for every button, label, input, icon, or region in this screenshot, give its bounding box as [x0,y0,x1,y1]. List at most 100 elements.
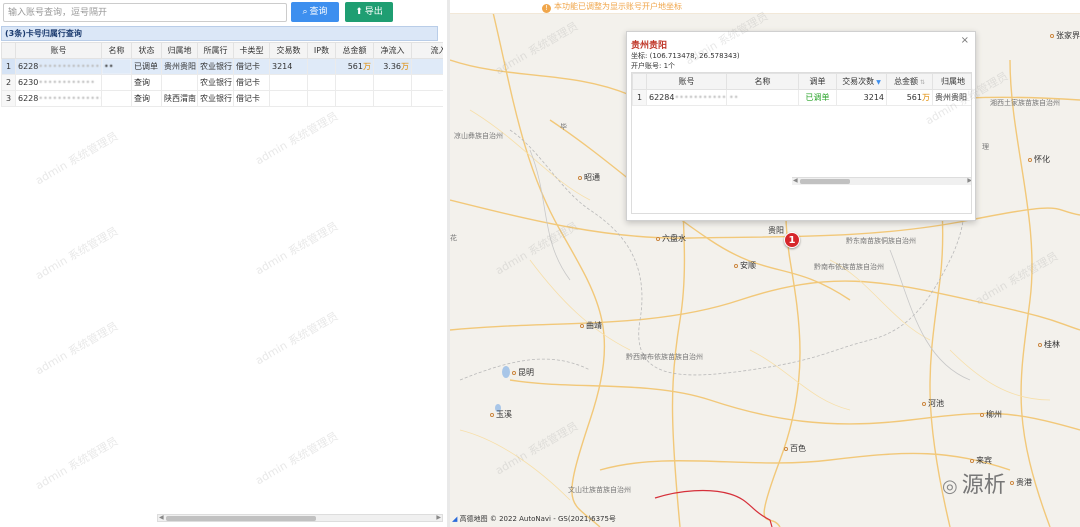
area-label: 花 [450,234,457,242]
location-cell [161,74,198,91]
city-label: 贵阳 [768,225,784,236]
location-cell: 贵州贵阳 [161,58,198,75]
area-label: 文山壮族苗族自治州 [568,486,631,494]
map-notice-text: 本功能已调整为显示账号开户地坐标 [554,2,682,11]
search-input[interactable]: 输入账号查询，逗号隔开 [3,3,287,22]
col-net-in[interactable]: 净流入 [373,42,412,59]
account-cell: 6228•••••••••••••• [15,58,102,75]
total-unit: 万 [363,62,371,71]
col-location[interactable]: 归属地 [161,42,198,59]
col-rownum [632,73,647,90]
col-tx-count[interactable]: 交易数 [269,42,308,59]
city-dot-icon [580,324,584,328]
scrollbar-thumb[interactable] [800,179,850,184]
total-cell [335,90,374,107]
bank-cell: 农业银行 [197,90,234,107]
map-view[interactable]: ! 本功能已调整为显示账号开户地坐标 昭通 六盘水 安顺 曲靖 昆明 玉溪 百色 … [450,0,1080,527]
city-dot-icon [734,264,738,268]
city-dot-icon [490,413,494,417]
export-icon: ⬆ [355,7,363,17]
city-label: 河池 [922,398,944,409]
col-bank[interactable]: 所属行 [197,42,234,59]
city-name: 怀化 [1034,155,1050,164]
city-name: 玉溪 [496,410,512,419]
city-label: 六盘水 [656,233,686,244]
tx-count-cell [269,74,308,91]
city-name: 昭通 [584,173,600,182]
total-unit: 万 [922,93,930,102]
city-label: 来宾 [970,455,992,466]
status-cell[interactable]: 查询 [131,90,162,107]
tx-count-cell: 3214 [836,89,887,106]
map-notice-bar: ! 本功能已调整为显示账号开户地坐标 [450,0,1080,14]
net-in-unit: 万 [401,62,409,71]
scroll-left-icon[interactable]: ◀ [793,177,798,184]
col-card-type[interactable]: 卡类型 [233,42,270,59]
city-label: 玉溪 [490,409,512,420]
name-cell: •• [101,58,132,75]
name-cell: •• [726,89,799,106]
col-status[interactable]: 状态 [131,42,162,59]
city-name: 安顺 [740,261,756,270]
col-tx-count[interactable]: 交易次数 ▼ [836,73,887,90]
col-total[interactable]: 总金额 [335,42,374,59]
location-cell: 贵州贵阳 [932,89,971,106]
in-amount-cell [411,90,443,107]
query-button[interactable]: ⌕ 查询 [291,2,339,22]
col-ip[interactable]: IP数 [307,42,336,59]
net-in-cell [373,90,412,107]
panel-title: (3条)卡号归属行查询 [1,26,438,41]
city-label: 柳州 [980,409,1002,420]
scroll-right-icon[interactable]: ▶ [436,514,441,521]
sort-icon[interactable]: ⇅ [920,79,925,86]
scrollbar-thumb[interactable] [166,516,316,521]
city-dot-icon [970,459,974,463]
status-cell[interactable]: 已调单 [131,58,162,75]
account-prefix: 62284 [649,93,675,102]
status-cell[interactable]: 查询 [131,74,162,91]
city-label: 昭通 [578,172,600,183]
city-name: 桂林 [1044,340,1060,349]
col-total[interactable]: 总金额 ⇅ [886,73,933,90]
net-in-cell: 3.36万 [373,58,412,75]
row-number: 1 [632,89,647,106]
col-name[interactable]: 名称 [726,73,799,90]
city-name: 贵阳 [768,226,784,235]
popup-horizontal-scrollbar[interactable]: ◀ ▶ [792,177,971,185]
popup-coordinates: 坐标: (106.713478, 26.578343) [631,52,740,60]
status-cell[interactable]: 已调单 [798,89,837,106]
scroll-right-icon[interactable]: ▶ [967,177,971,184]
location-cell: 陕西渭南 [161,90,198,107]
query-label: 查询 [309,7,328,17]
grid-horizontal-scrollbar[interactable]: ◀ ▶ [157,514,443,522]
col-location[interactable]: 归属地 [932,73,971,90]
account-redacted: •••••••••••• [38,78,95,87]
col-tx-count-label: 交易次数 [842,77,875,86]
account-cell: 6228•••••••••••••• [15,90,102,107]
map-marker[interactable]: 1 [784,232,800,248]
table-row[interactable]: 1 6228•••••••••••••• •• 已调单 贵州贵阳 农业银行 借记… [1,58,443,75]
city-dot-icon [784,447,788,451]
area-label: 凉山彝族自治州 [454,132,503,140]
brand-watermark: ◎ 源析 [942,467,1006,499]
left-panel: 输入账号查询，逗号隔开 ⌕查询 ⬆导出 (3条)卡号归属行查询 账号 名称 [0,0,447,527]
info-icon: ! [542,4,551,13]
account-redacted: •••••••••••••• [38,94,102,103]
total-cell [335,74,374,91]
col-account[interactable]: 账号 [646,73,727,90]
close-icon[interactable]: × [961,35,969,46]
col-name[interactable]: 名称 [101,42,132,59]
export-button[interactable]: ⬆ 导出 [345,2,393,22]
table-row[interactable]: 3 6228•••••••••••••• 查询 陕西渭南 农业银行 借记卡 [1,90,443,107]
table-row[interactable]: 2 6230•••••••••••• 查询 农业银行 借记卡 [1,74,443,91]
brand-text: 源析 [961,473,1006,498]
row-number: 1 [1,58,16,75]
scroll-left-icon[interactable]: ◀ [159,514,164,521]
table-row[interactable]: 1 62284•••••••••••• •• 已调单 3214 561万 贵州贵… [632,89,971,106]
col-in-amount[interactable]: 流入金额 [411,42,443,59]
account-prefix: 6228 [18,94,39,103]
city-name: 贵港 [1016,478,1032,487]
sort-desc-icon[interactable]: ▼ [876,79,881,86]
col-account[interactable]: 账号 [15,42,102,59]
col-status[interactable]: 调单 [798,73,837,90]
